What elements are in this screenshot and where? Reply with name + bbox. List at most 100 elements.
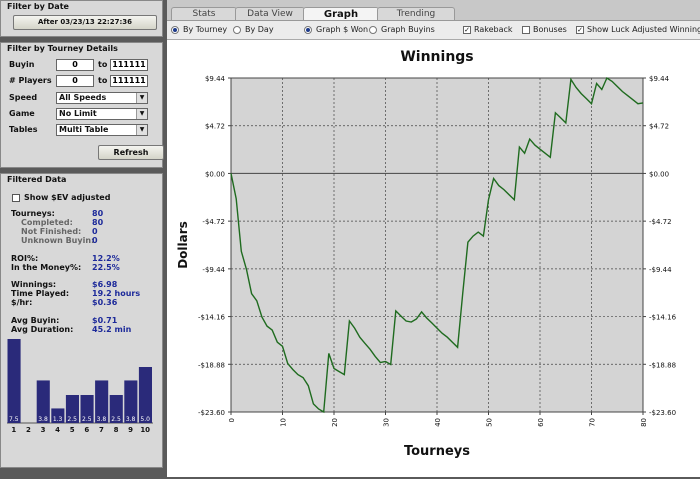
players-min-input[interactable]: 0 [56, 75, 94, 87]
by-tourney-label: By Tourney [183, 25, 228, 34]
bonuses-label: Bonuses [533, 25, 567, 34]
bonuses-checkbox[interactable] [522, 26, 530, 34]
tab-graph[interactable]: Graph [303, 7, 379, 20]
y-tick-label-right: -$18.88 [649, 361, 676, 369]
tourneys-label: Tourneys: [11, 209, 55, 218]
winnings-label: Winnings: [11, 280, 57, 289]
per-hour-value: $0.36 [92, 298, 118, 307]
y-tick-label-left: $4.72 [205, 123, 225, 131]
histogram-bar-label: 3.8 [126, 416, 136, 423]
histogram-category-label: 9 [128, 426, 133, 434]
histogram-category-label: 4 [55, 426, 60, 434]
buyin-min-input[interactable]: 0 [56, 59, 94, 71]
histogram-category-label: 8 [114, 426, 119, 434]
time-played-label: Time Played: [11, 289, 70, 298]
graph-buyins-label: Graph Buyins [381, 25, 435, 34]
unknown-buyin-value: 0 [92, 236, 98, 245]
unknown-buyin-label: Unknown Buyin: [21, 236, 95, 245]
y-tick-label-left: -$18.88 [198, 361, 225, 369]
y-tick-label-left: -$14.16 [198, 314, 226, 322]
rakeback-label: Rakeback [474, 25, 513, 34]
by-tourney-radio[interactable] [171, 26, 179, 34]
tab-data-view[interactable]: Data View [235, 7, 305, 20]
graph-buyins-radio[interactable] [369, 26, 377, 34]
completed-label: Completed: [21, 218, 73, 227]
refresh-button[interactable]: Refresh [98, 145, 164, 160]
roi-value: 12.2% [92, 254, 120, 263]
x-tick-label: 30 [383, 418, 391, 427]
histogram-bar-label: 5.0 [140, 416, 150, 423]
tab-trending[interactable]: Trending [377, 7, 455, 20]
speed-label: Speed [9, 93, 38, 102]
y-tick-label-left: -$9.44 [202, 266, 225, 274]
graph-main-area: Stats Data View Graph Trending By Tourney B… [167, 0, 700, 477]
filter-by-date-title: Filter by Date [7, 2, 69, 11]
game-select[interactable]: No Limit ▼ [56, 108, 148, 120]
winnings-chart-container: $9.44 $9.44 $4.72 $4.72 $0.00 $0.00 -$4.72 -$4.… [167, 40, 700, 477]
tourneys-value: 80 [92, 209, 104, 218]
y-tick-label-right: -$4.72 [649, 218, 672, 226]
players-to-label: to [98, 76, 108, 85]
chevron-down-icon: ▼ [136, 109, 147, 119]
completed-value: 80 [92, 218, 104, 227]
show-ev-checkbox[interactable] [12, 194, 20, 202]
histogram-category-label: 10 [140, 426, 150, 434]
not-finished-value: 0 [92, 227, 98, 236]
y-tick-label-left: -$23.60 [198, 409, 225, 417]
filter-by-date-panel: Filter by Date After 03/23/13 22:27:36 [0, 0, 163, 37]
tab-stats[interactable]: Stats [171, 7, 237, 20]
histogram-bar-label: 1.3 [53, 416, 63, 423]
filter-by-tourney-title: Filter by Tourney Details [7, 44, 118, 53]
speed-select-value: All Speeds [59, 93, 107, 102]
histogram-category-label: 3 [41, 426, 46, 434]
histogram-category-label: 2 [26, 426, 31, 434]
x-tick-label: 10 [280, 418, 288, 427]
buyin-max-input[interactable]: 111111 [110, 59, 148, 71]
histogram-bar-label: 2.5 [82, 416, 92, 423]
graph-won-radio[interactable] [304, 26, 312, 34]
tables-label: Tables [9, 125, 38, 134]
date-filter-button[interactable]: After 03/23/13 22:27:36 [13, 15, 157, 30]
filtered-data-panel: Filtered Data Show $EV adjusted Tourneys… [0, 173, 163, 468]
finish-position-chart: 7.5 1 2 3.8 3 1.3 4 2.5 5 2.5 6 3.8 7 2.5 8 3.8 9 5.0 10 [1, 339, 162, 439]
rakeback-checkbox[interactable]: ✓ [463, 26, 471, 34]
histogram-category-label: 7 [99, 426, 104, 434]
histogram-bar-label: 2.5 [67, 416, 77, 423]
tables-select[interactable]: Multi Table ▼ [56, 124, 148, 136]
y-tick-label-right: $9.44 [649, 75, 670, 83]
histogram-category-label: 6 [84, 426, 89, 434]
by-day-radio[interactable] [233, 26, 241, 34]
y-tick-label-left: $9.44 [205, 75, 226, 83]
avg-buyin-label: Avg Buyin: [11, 316, 60, 325]
x-axis-label: Tourneys [404, 444, 470, 459]
histogram-category-label: 1 [11, 426, 16, 434]
itm-value: 22.5% [92, 263, 120, 272]
x-tick-label: 0 [228, 418, 236, 422]
buyin-to-label: to [98, 60, 108, 69]
players-max-input[interactable]: 111111 [110, 75, 148, 87]
x-tick-label: 20 [331, 418, 339, 427]
histogram-bar-label: 3.8 [38, 416, 48, 423]
speed-select[interactable]: All Speeds ▼ [56, 92, 148, 104]
avg-duration-label: Avg Duration: [11, 325, 74, 334]
avg-duration-value: 45.2 min [92, 325, 132, 334]
graph-won-label: Graph $ Won [316, 25, 369, 34]
chart-title: Winnings [400, 49, 473, 65]
y-tick-label-left: -$4.72 [202, 218, 225, 226]
time-played-value: 19.2 hours [92, 289, 141, 298]
avg-buyin-value: $0.71 [92, 316, 118, 325]
show-luck-label: Show Luck Adjusted Winnings [587, 25, 700, 34]
histogram-bar-label: 7.5 [9, 416, 19, 423]
per-hour-label: $/hr: [11, 298, 33, 307]
roi-label: ROI%: [11, 254, 39, 263]
plot-area [230, 77, 644, 413]
graph-options-bar: By Tourney By Day Graph $ Won Graph Buyi… [167, 21, 700, 40]
chevron-down-icon: ▼ [136, 93, 147, 103]
x-tick-label: 50 [486, 418, 494, 427]
players-label: # Players [9, 76, 52, 85]
show-luck-checkbox[interactable]: ✓ [576, 26, 584, 34]
histogram-background [1, 339, 162, 439]
filtered-data-title: Filtered Data [7, 175, 67, 184]
histogram-bar-label: 3.8 [97, 416, 107, 423]
game-label: Game [9, 109, 35, 118]
